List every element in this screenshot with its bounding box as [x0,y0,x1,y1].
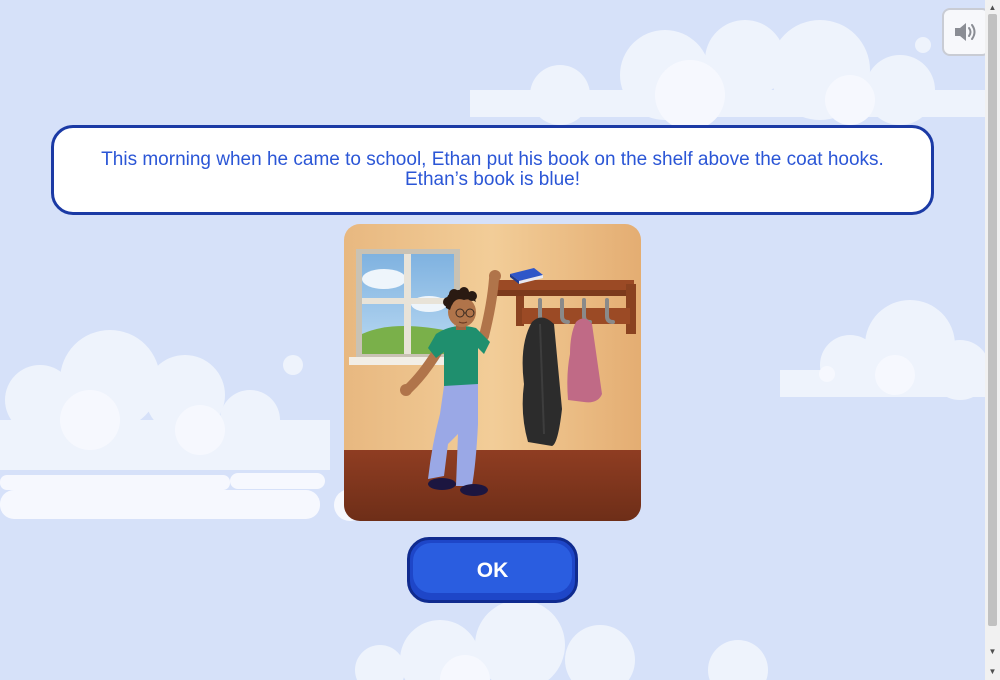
floor [344,450,641,521]
sound-button[interactable] [942,8,990,56]
scroll-down-arrow-icon[interactable]: ▼ [985,644,1000,658]
cloud-left [0,330,366,521]
ok-button[interactable]: OK [407,537,578,603]
prompt-text-line-1: This morning when he came to school, Eth… [101,149,884,170]
scrollbar-thumb[interactable] [988,14,997,626]
cloud-right [780,300,985,400]
prompt-box: This morning when he came to school, Eth… [51,125,934,215]
cloud-bottom [355,600,768,680]
cloud-top-right [470,20,985,130]
speaker-icon [955,23,976,41]
prompt-text-line-2: Ethan’s book is blue! [405,169,580,190]
scroll-up-arrow-icon[interactable]: ▲ [985,0,1000,14]
scroll-end-arrow-icon[interactable]: ▼ [985,664,1000,678]
vertical-scrollbar[interactable]: ▲ ▼ ▼ [985,0,1000,680]
ok-button-label: OK [476,559,509,582]
scene-illustration [344,224,641,521]
